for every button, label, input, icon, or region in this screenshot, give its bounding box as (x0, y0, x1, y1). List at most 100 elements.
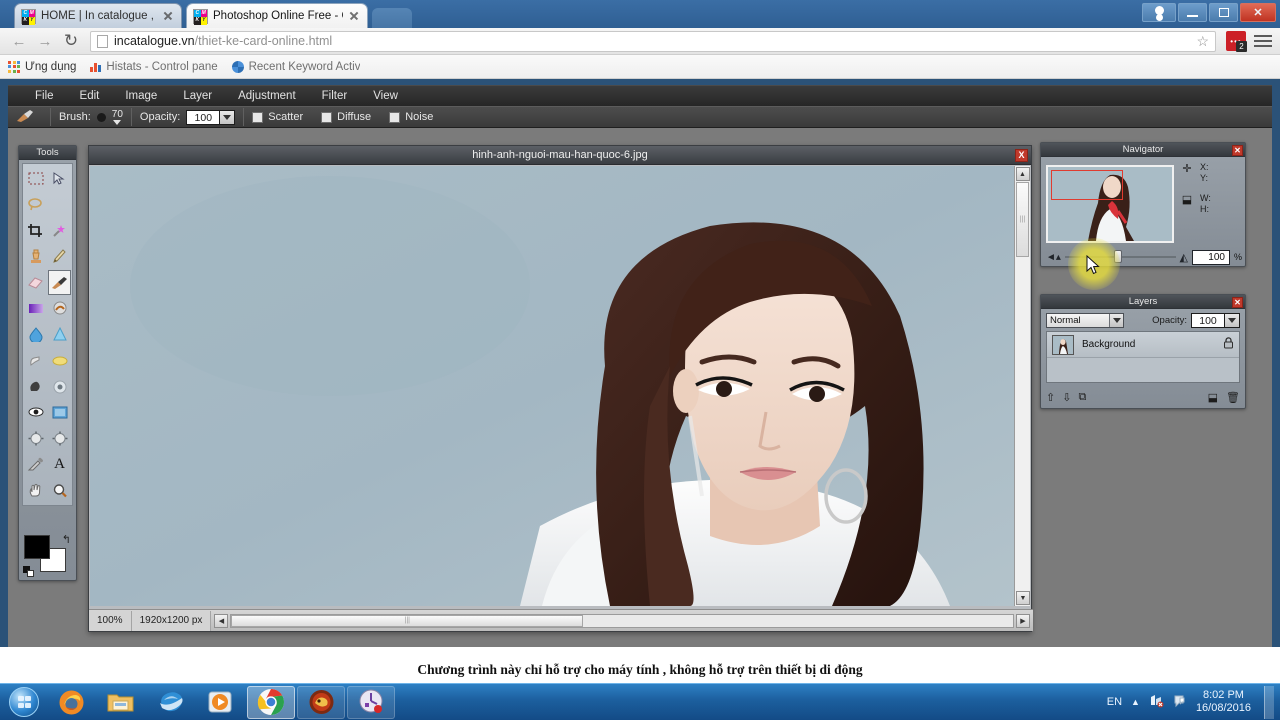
taskbar-item-firefox[interactable] (47, 686, 95, 719)
zoom-slider-track[interactable] (1064, 250, 1176, 263)
brush-preview-icon[interactable] (96, 112, 106, 122)
eyedropper-tool[interactable] (24, 452, 47, 477)
tray-language[interactable]: EN (1107, 696, 1122, 708)
scroll-up-button[interactable]: ▲ (1015, 167, 1030, 181)
bloat-tool[interactable] (48, 426, 71, 451)
menu-view[interactable]: View (360, 90, 411, 102)
maximize-button[interactable] (1209, 3, 1238, 22)
clone-stamp-tool[interactable] (24, 244, 47, 269)
horizontal-scroll-thumb[interactable]: ||| (231, 614, 584, 627)
navigator-thumbnail[interactable] (1046, 165, 1174, 243)
taskbar-item-chrome[interactable] (247, 685, 295, 719)
taskbar-item-explorer[interactable] (97, 686, 145, 719)
type-tool[interactable]: A (48, 452, 71, 477)
crop-tool[interactable] (24, 218, 47, 243)
document-titlebar[interactable]: hinh-anh-nguoi-mau-han-quoc-6.jpg X (89, 146, 1031, 165)
foreground-color-swatch[interactable] (24, 535, 50, 559)
layer-row-background[interactable]: Background (1047, 332, 1239, 358)
scroll-right-button[interactable]: ▶ (1016, 613, 1030, 628)
page-info-icon[interactable] (97, 34, 108, 48)
eraser-tool[interactable] (24, 270, 47, 295)
sharpen-tool[interactable] (48, 322, 71, 347)
hand-tool[interactable] (24, 478, 47, 503)
chrome-menu-icon[interactable] (1252, 32, 1274, 50)
noise-checkbox[interactable]: Noise (389, 111, 433, 123)
bookmark-histats[interactable]: Histats - Control pane (90, 61, 218, 73)
close-document-button[interactable]: X (1015, 149, 1028, 162)
gradient-tool[interactable] (24, 296, 47, 321)
reload-icon[interactable]: ↻ (58, 30, 84, 52)
new-tab-button[interactable] (372, 8, 412, 28)
default-colors-icon[interactable] (23, 566, 34, 577)
diffuse-checkbox[interactable]: Diffuse (321, 111, 371, 123)
move-layer-down-icon[interactable]: ⇩ (1062, 391, 1071, 404)
close-window-button[interactable]: ✕ (1240, 3, 1276, 22)
image-canvas[interactable] (90, 166, 1014, 606)
menu-edit[interactable]: Edit (67, 90, 113, 102)
bookmark-star-icon[interactable]: ☆ (1196, 33, 1209, 50)
move-layer-up-icon[interactable]: ⇧ (1046, 391, 1055, 404)
zoom-in-icon[interactable]: ◭ (1180, 251, 1188, 264)
taskbar-item-clock-tool[interactable] (347, 685, 395, 719)
menu-file[interactable]: File (22, 90, 67, 102)
menu-image[interactable]: Image (112, 90, 170, 102)
taskbar-item-game[interactable] (297, 685, 345, 719)
burn-tool[interactable] (24, 374, 47, 399)
red-eye-tool[interactable] (48, 374, 71, 399)
show-hidden-icons-icon[interactable]: ▲ (1131, 697, 1140, 707)
smudge-tool[interactable] (48, 296, 71, 321)
eye-tool[interactable] (24, 400, 47, 425)
magic-wand-tool[interactable] (48, 218, 71, 243)
forward-icon[interactable]: → (32, 30, 58, 52)
opacity-dropdown-button[interactable] (220, 109, 236, 125)
merge-layer-icon[interactable]: ⧉ (1078, 391, 1086, 404)
back-icon[interactable]: ← (6, 30, 32, 52)
bookmark-apps[interactable]: Ứng dụng (8, 60, 76, 73)
scroll-left-button[interactable]: ◀ (214, 613, 229, 628)
layer-opacity-dropdown-button[interactable] (1225, 313, 1240, 328)
checkbox-icon[interactable] (252, 111, 264, 123)
scatter-checkbox[interactable]: Scatter (252, 111, 303, 123)
navigator-viewbox[interactable] (1051, 170, 1123, 200)
pinch-tool[interactable] (24, 426, 47, 451)
close-icon[interactable] (161, 9, 175, 23)
blend-mode-select[interactable]: Normal (1046, 313, 1124, 328)
chevron-down-icon[interactable] (1109, 314, 1123, 327)
checkbox-icon[interactable] (389, 111, 401, 123)
clock[interactable]: 8:02 PM 16/08/2016 (1196, 689, 1251, 715)
horizontal-scroll-track[interactable]: ||| (230, 613, 1014, 628)
opacity-input[interactable]: 100 (186, 109, 221, 125)
sponge-tool[interactable] (48, 348, 71, 373)
close-layers-button[interactable]: ✕ (1232, 296, 1243, 308)
network-icon[interactable] (1149, 694, 1164, 711)
zoom-out-icon[interactable]: ◄▴ (1046, 252, 1061, 263)
menu-filter[interactable]: Filter (309, 90, 361, 102)
close-icon[interactable] (347, 9, 361, 23)
scroll-down-button[interactable]: ▼ (1016, 591, 1030, 605)
lasso-tool[interactable] (24, 192, 47, 217)
vertical-scroll-thumb[interactable]: ||| (1016, 182, 1029, 257)
taskbar-item-internet-explorer[interactable] (147, 686, 195, 719)
bookmark-recent-keyword[interactable]: Recent Keyword Activ (231, 60, 360, 73)
address-bar[interactable]: incatalogue.vn /thiet-ke-card-online.htm… (90, 30, 1216, 52)
extension-icon[interactable]: ••• 2 (1226, 31, 1247, 52)
browser-tab-1[interactable]: CMKY HOME | In catalogue , In (14, 3, 182, 28)
action-center-icon[interactable] (1173, 694, 1187, 711)
swap-colors-icon[interactable]: ↰ (62, 533, 71, 546)
browser-tab-2[interactable]: CMKY Photoshop Online Free - C (186, 3, 368, 28)
brush-option-group[interactable]: Brush: 70 (59, 109, 123, 125)
user-profile-icon[interactable] (1142, 3, 1176, 22)
pencil-tool[interactable] (48, 244, 71, 269)
brush-tool[interactable] (48, 270, 71, 295)
zoom-tool[interactable] (48, 478, 71, 503)
move-tool[interactable] (48, 166, 71, 191)
dodge-tool[interactable] (24, 348, 47, 373)
taskbar-item-media-player[interactable] (197, 686, 245, 719)
checkbox-icon[interactable] (321, 111, 333, 123)
minimize-button[interactable] (1178, 3, 1207, 22)
menu-adjustment[interactable]: Adjustment (225, 90, 309, 102)
close-navigator-button[interactable]: ✕ (1232, 144, 1243, 156)
new-layer-icon[interactable]: ⬓ (1208, 391, 1218, 404)
zoom-slider-thumb[interactable] (1113, 250, 1122, 263)
layer-opacity-input[interactable]: 100 (1191, 313, 1225, 328)
